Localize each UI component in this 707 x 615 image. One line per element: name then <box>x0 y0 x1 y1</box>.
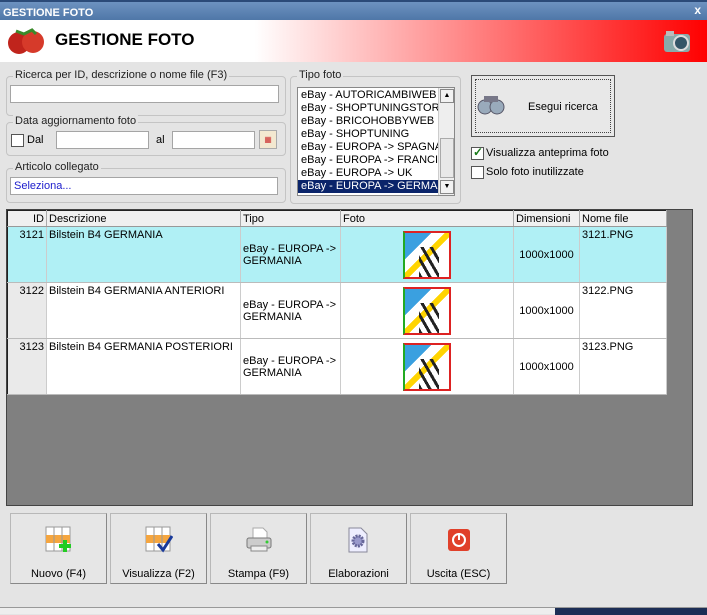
cell-tipo: eBay - EUROPA -> GERMANIA <box>240 282 341 339</box>
strawberry-icon <box>8 28 44 54</box>
exit-button-label: Uscita (ESC) <box>426 568 491 580</box>
processing-button[interactable]: Elaborazioni <box>310 513 407 584</box>
list-item[interactable]: eBay - SHOPTUNING <box>298 128 438 141</box>
list-item[interactable]: eBay - EUROPA -> SPAGNA <box>298 141 438 154</box>
view-button[interactable]: Visualizza (F2) <box>110 513 207 584</box>
tipo-listbox[interactable]: eBay - AUTORICAMBIWEB eBay - SHOPTUNINGS… <box>297 87 455 196</box>
close-icon[interactable]: x <box>694 3 701 17</box>
list-item[interactable]: eBay - AUTORICAMBIWEB <box>298 89 438 102</box>
unused-label: Solo foto inutilizzate <box>486 166 584 178</box>
article-select[interactable]: Seleziona... <box>10 177 278 195</box>
cell-desc: Bilstein B4 GERMANIA ANTERIORI <box>46 282 241 339</box>
cell-id: 3121 <box>7 226 47 283</box>
preview-checkbox[interactable] <box>471 145 484 160</box>
document-gear-icon <box>348 527 368 553</box>
cell-file: 3122.PNG <box>579 282 667 339</box>
list-item[interactable]: eBay - SHOPTUNINGSTORE <box>298 102 438 115</box>
date-enable-checkbox[interactable] <box>11 134 24 147</box>
cell-id: 3123 <box>7 338 47 395</box>
photo-thumbnail[interactable] <box>403 286 451 335</box>
binoculars-icon <box>477 96 505 115</box>
processing-button-label: Elaborazioni <box>328 568 389 580</box>
unused-checkbox[interactable] <box>471 166 484 179</box>
grid-add-icon <box>45 526 71 552</box>
table-row[interactable]: 3121 Bilstein B4 GERMANIA eBay - EUROPA … <box>7 226 667 283</box>
tipo-label: Tipo foto <box>297 69 344 81</box>
cell-id: 3122 <box>7 282 47 339</box>
new-button-label: Nuovo (F4) <box>30 568 87 580</box>
grid-check-icon <box>145 526 173 553</box>
scrollbar[interactable]: ▲ ▼ <box>438 88 454 195</box>
view-button-label: Visualizza (F2) <box>122 568 195 580</box>
search-button-label: Esegui ricerca <box>528 101 598 113</box>
cell-dim: 1000x1000 <box>513 338 580 395</box>
cell-tipo: eBay - EUROPA -> GERMANIA <box>240 226 341 283</box>
scroll-thumb[interactable] <box>440 138 454 178</box>
camera-icon <box>664 31 690 52</box>
date-from-input[interactable] <box>56 131 149 149</box>
cell-desc: Bilstein B4 GERMANIA POSTERIORI <box>46 338 241 395</box>
search-button[interactable]: Esegui ricerca <box>471 75 615 137</box>
title-bar: GESTIONE FOTO <box>0 0 707 20</box>
cell-foto <box>340 338 514 395</box>
window-title: GESTIONE FOTO <box>3 7 94 19</box>
scroll-down-icon[interactable]: ▼ <box>440 180 454 194</box>
exit-button[interactable]: Uscita (ESC) <box>410 513 507 584</box>
photo-thumbnail[interactable] <box>403 342 451 391</box>
taskbar-strip <box>0 607 707 615</box>
col-id[interactable]: ID <box>7 210 47 227</box>
col-nome-file[interactable]: Nome file <box>579 210 667 227</box>
power-icon <box>448 529 470 551</box>
new-button[interactable]: Nuovo (F4) <box>10 513 107 584</box>
col-foto[interactable]: Foto <box>340 210 514 227</box>
page-title: GESTIONE FOTO <box>55 30 195 49</box>
cell-dim: 1000x1000 <box>513 226 580 283</box>
scroll-up-icon[interactable]: ▲ <box>440 89 454 103</box>
search-input[interactable] <box>10 85 279 103</box>
search-label: Ricerca per ID, descrizione o nome file … <box>13 69 230 81</box>
calendar-icon[interactable]: ▦ <box>259 130 277 149</box>
list-item[interactable]: eBay - EUROPA -> FRANCIA <box>298 154 438 167</box>
date-to-input[interactable] <box>172 131 255 149</box>
date-to-label: al <box>156 134 165 146</box>
list-item-selected[interactable]: eBay - EUROPA -> GERMANIA <box>298 180 438 193</box>
cell-tipo: eBay - EUROPA -> GERMANIA <box>240 338 341 395</box>
cell-foto <box>340 226 514 283</box>
list-item[interactable]: eBay - BRICOHOBBYWEB <box>298 115 438 128</box>
cell-file: 3123.PNG <box>579 338 667 395</box>
date-from-label: Dal <box>27 134 44 146</box>
col-dimensioni[interactable]: Dimensioni <box>513 210 580 227</box>
col-tipo[interactable]: Tipo <box>240 210 341 227</box>
list-item[interactable]: eBay - EUROPA -> UK <box>298 167 438 180</box>
print-button-label: Stampa (F9) <box>227 568 290 580</box>
date-label: Data aggiornamento foto <box>13 115 139 127</box>
cell-desc: Bilstein B4 GERMANIA <box>46 226 241 283</box>
table-row[interactable]: 3123 Bilstein B4 GERMANIA POSTERIORI eBa… <box>7 338 667 395</box>
printer-icon <box>246 527 272 552</box>
photo-grid: ID Descrizione Tipo Foto Dimensioni Nome… <box>6 209 693 506</box>
cell-dim: 1000x1000 <box>513 282 580 339</box>
cell-file: 3121.PNG <box>579 226 667 283</box>
cell-foto <box>340 282 514 339</box>
photo-thumbnail[interactable] <box>403 230 451 279</box>
col-descrizione[interactable]: Descrizione <box>46 210 241 227</box>
article-label: Articolo collegato <box>13 161 101 173</box>
header-banner: GESTIONE FOTO <box>0 20 707 62</box>
preview-label: Visualizza anteprima foto <box>486 147 609 159</box>
print-button[interactable]: Stampa (F9) <box>210 513 307 584</box>
photo-table: ID Descrizione Tipo Foto Dimensioni Nome… <box>7 210 667 395</box>
table-row[interactable]: 3122 Bilstein B4 GERMANIA ANTERIORI eBay… <box>7 282 667 339</box>
